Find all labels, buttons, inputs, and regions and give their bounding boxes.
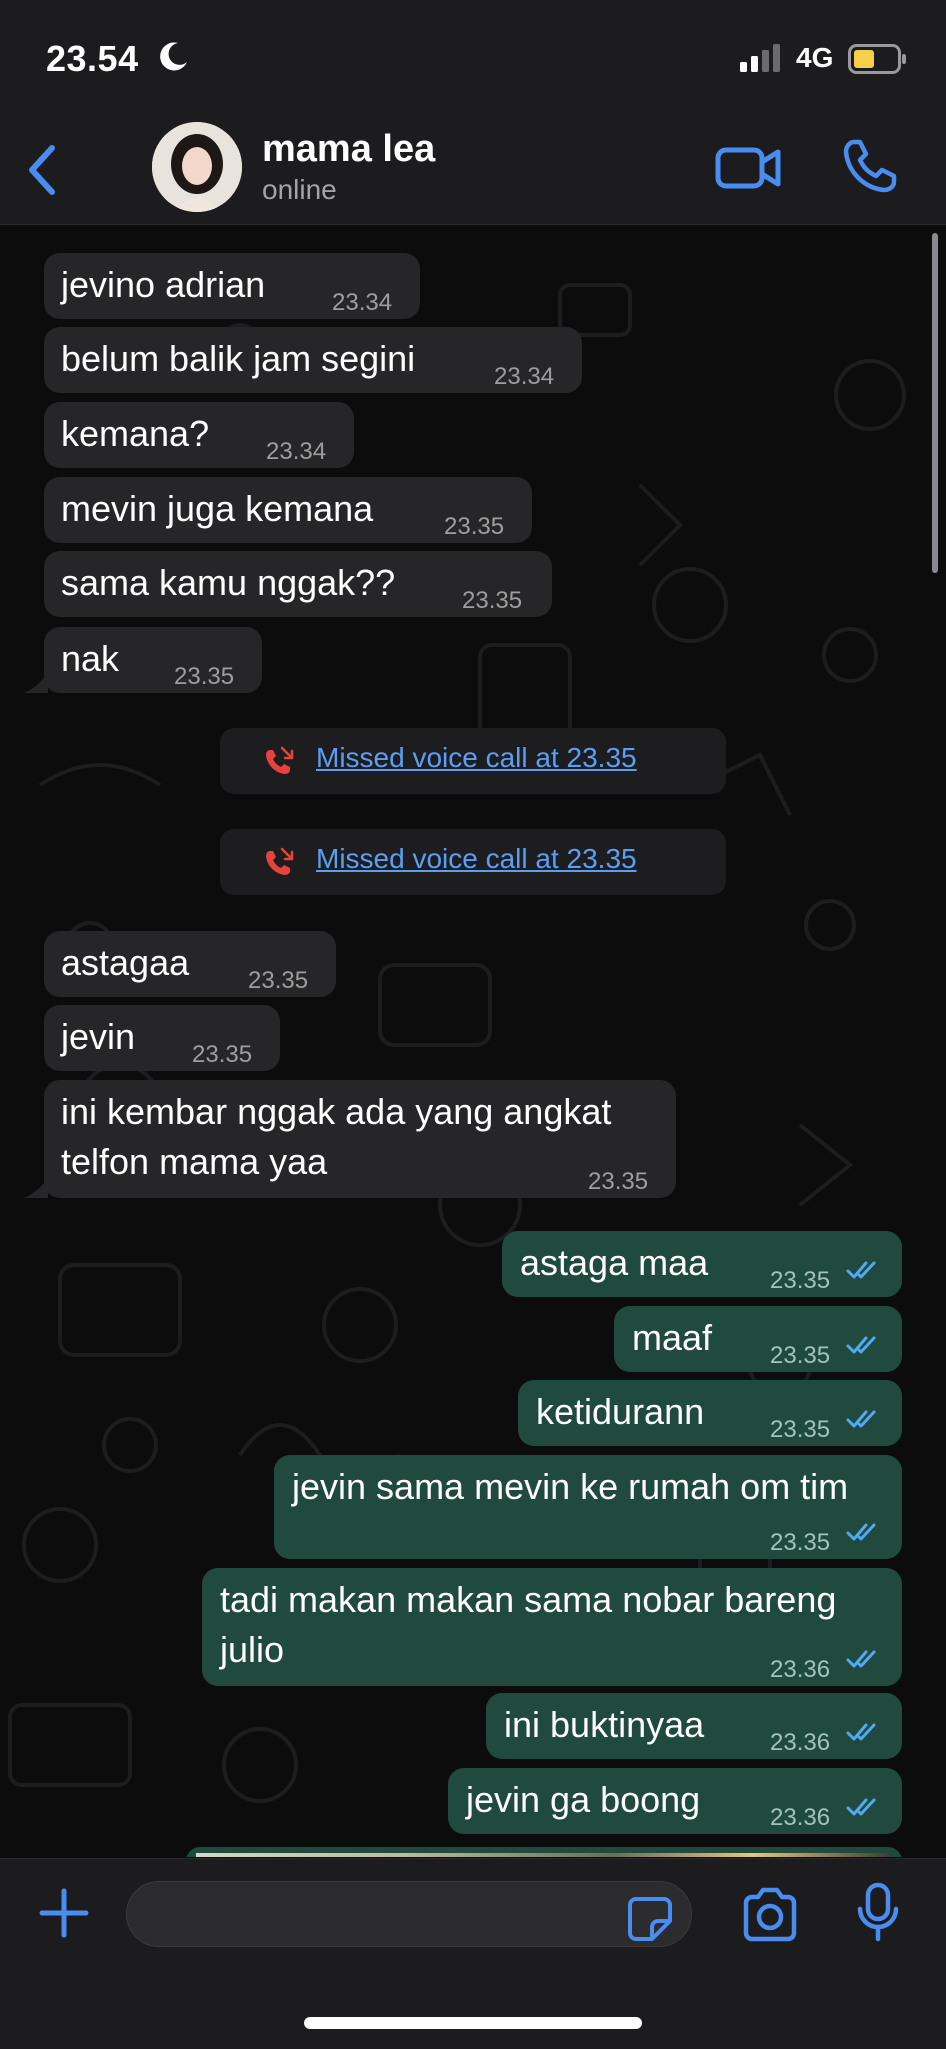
missed-call-text[interactable]: Missed voice call at 23.35 xyxy=(316,742,637,774)
outgoing-message[interactable]: tadi makan makan sama nobar bareng julio 2… xyxy=(202,1568,902,1686)
message-time: 23.35 xyxy=(462,587,523,614)
home-indicator[interactable] xyxy=(304,2017,642,2029)
message-input[interactable] xyxy=(126,1881,692,1947)
message-text: jevin xyxy=(61,1016,136,1057)
network-type: 4G xyxy=(796,42,834,73)
avatar-image xyxy=(152,122,242,212)
message-time: 23.35 xyxy=(770,1529,831,1556)
read-ticks-icon xyxy=(846,1798,876,1816)
incoming-message[interactable]: jevin 23.35 xyxy=(44,1005,280,1071)
status-time: 23.54 xyxy=(46,38,139,79)
chat-area[interactable]: jevino adrian 23.34 belum balik jam segini… xyxy=(0,225,946,1857)
message-time: 23.34 xyxy=(266,438,327,465)
read-ticks-icon xyxy=(846,1336,876,1354)
attach-button[interactable] xyxy=(38,1887,90,1939)
message-text: astaga maa xyxy=(520,1242,709,1283)
message-time: 23.36 xyxy=(770,1729,831,1756)
missed-call-text[interactable]: Missed voice call at 23.35 xyxy=(316,843,637,875)
message-time: 23.35 xyxy=(588,1168,649,1195)
read-ticks-icon xyxy=(846,1723,876,1741)
signal-icon xyxy=(740,44,780,72)
bubble-tail xyxy=(24,673,48,693)
missed-call-notice[interactable]: Missed voice call at 23.35 xyxy=(220,728,726,794)
outgoing-message[interactable]: jevin sama mevin ke rumah om tim 23.35 xyxy=(274,1455,902,1559)
read-ticks-icon xyxy=(846,1410,876,1428)
contact-status: online xyxy=(262,174,337,205)
avatar[interactable] xyxy=(152,122,242,212)
status-bar: 23.54 4G xyxy=(0,0,946,118)
outgoing-message[interactable]: maaf 23.35 xyxy=(614,1306,902,1372)
battery-icon xyxy=(848,44,906,74)
incoming-message[interactable]: mevin juga kemana 23.35 xyxy=(44,477,532,543)
chat-scrollbar[interactable] xyxy=(932,233,938,573)
message-text: kemana? xyxy=(61,413,210,454)
incoming-message[interactable]: kemana? 23.34 xyxy=(44,402,354,468)
message-text: jevin sama mevin ke rumah om tim xyxy=(292,1466,849,1507)
read-ticks-icon xyxy=(846,1650,876,1668)
message-time: 23.35 xyxy=(770,1267,831,1294)
message-time: 23.34 xyxy=(494,363,555,390)
message-text: ketidurann xyxy=(536,1391,705,1432)
message-text: astagaa xyxy=(61,942,190,983)
contact-name[interactable]: mama lea xyxy=(262,128,435,171)
message-text: ini kembar nggak ada yang angkat xyxy=(61,1091,612,1132)
message-time: 23.35 xyxy=(770,1342,831,1369)
back-button[interactable] xyxy=(18,140,66,200)
camera-button[interactable] xyxy=(740,1887,800,1943)
message-time: 23.35 xyxy=(770,1416,831,1443)
outgoing-message[interactable]: astaga maa 23.35 xyxy=(502,1231,902,1297)
message-time: 23.35 xyxy=(248,967,309,994)
message-text: maaf xyxy=(632,1317,713,1358)
chat-header: mama lea online xyxy=(0,118,946,225)
missed-call-icon xyxy=(266,847,294,875)
message-text: belum balik jam segini xyxy=(61,338,416,379)
read-ticks-icon xyxy=(846,1523,876,1541)
message-text: tadi makan makan sama nobar bareng xyxy=(220,1579,837,1620)
message-text: nak xyxy=(61,638,120,679)
incoming-message[interactable]: sama kamu nggak?? 23.35 xyxy=(44,551,552,617)
video-call-button[interactable] xyxy=(714,138,784,198)
message-text: ini buktinyaa xyxy=(504,1704,705,1745)
message-time: 23.35 xyxy=(174,663,235,690)
message-text: jevin ga boong xyxy=(466,1779,701,1820)
moon-icon xyxy=(160,42,187,71)
incoming-message[interactable]: ini kembar nggak ada yang angkat telfon m… xyxy=(24,1080,676,1198)
voice-call-button[interactable] xyxy=(840,136,900,196)
read-ticks-icon xyxy=(846,1261,876,1279)
message-time: 23.36 xyxy=(770,1656,831,1683)
message-text-line2: telfon mama yaa xyxy=(61,1141,328,1182)
outgoing-message[interactable]: ini buktinyaa 23.36 xyxy=(486,1693,902,1759)
message-text-line2: julio xyxy=(220,1629,285,1670)
microphone-button[interactable] xyxy=(854,1881,902,1945)
outgoing-message[interactable]: ketidurann 23.35 xyxy=(518,1380,902,1446)
missed-call-icon xyxy=(266,746,294,774)
photo-message-preview[interactable] xyxy=(186,1847,902,1857)
message-time: 23.35 xyxy=(192,1041,253,1068)
message-time: 23.35 xyxy=(444,513,505,540)
message-time: 23.36 xyxy=(770,1804,831,1831)
message-composer xyxy=(0,1858,946,2049)
incoming-message[interactable]: belum balik jam segini 23.34 xyxy=(44,327,582,393)
message-text: jevino adrian xyxy=(61,264,266,305)
bubble-tail xyxy=(24,1178,48,1198)
incoming-message[interactable]: nak 23.35 xyxy=(24,627,262,693)
incoming-message[interactable]: jevino adrian 23.34 xyxy=(44,253,420,319)
incoming-message[interactable]: astagaa 23.35 xyxy=(44,931,336,997)
message-time: 23.34 xyxy=(332,289,393,316)
message-text: mevin juga kemana xyxy=(61,488,374,529)
message-text: sama kamu nggak?? xyxy=(61,562,396,603)
sticker-button[interactable] xyxy=(626,1895,674,1943)
outgoing-message[interactable]: jevin ga boong 23.36 xyxy=(448,1768,902,1834)
missed-call-notice[interactable]: Missed voice call at 23.35 xyxy=(220,829,726,895)
